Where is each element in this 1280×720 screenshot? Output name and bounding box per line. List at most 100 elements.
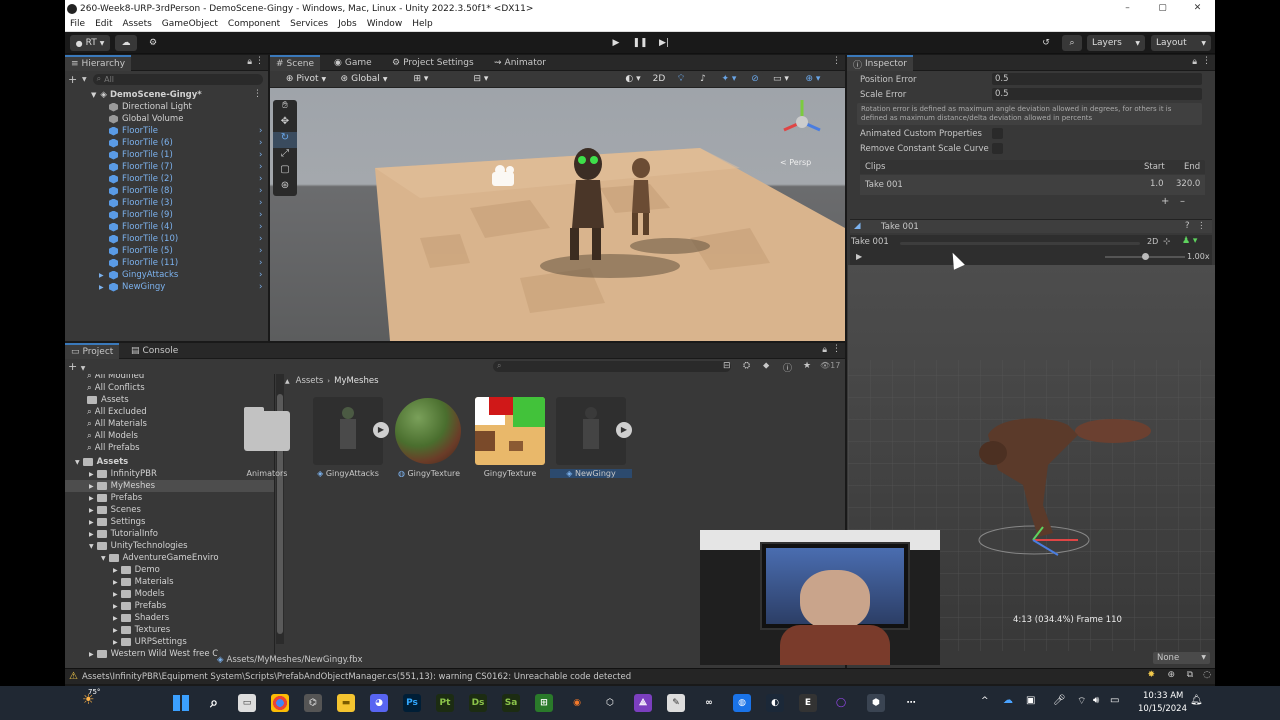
gizmos-dropdown[interactable]: ⊕ ▾ <box>798 72 828 86</box>
scene-root[interactable]: ▼ ◈ DemoScene-Gingy* <box>91 89 202 101</box>
status-warning-text[interactable]: Assets\InfinityPBR\Equipment System\Scri… <box>82 672 631 682</box>
search-button[interactable]: ⌕ <box>1062 35 1082 51</box>
sampler-icon[interactable]: Sa <box>502 694 520 712</box>
tab-project-settings[interactable]: ⚙ Project Settings <box>386 55 480 71</box>
hierarchy-item[interactable]: FloorTile (4) › <box>109 221 262 233</box>
menu-help[interactable]: Help <box>407 19 438 29</box>
prefab-open-icon[interactable]: › <box>259 282 262 292</box>
expand-arrow-icon[interactable]: ▶ <box>113 579 118 586</box>
avatar-icon[interactable]: ♟ ▾ <box>1182 236 1197 246</box>
toggle-2d-button[interactable]: 2D <box>650 72 668 86</box>
asset-gingytexture-material[interactable]: ◍ GingyTexture <box>394 397 464 478</box>
tree-folder[interactable]: ▶ Demo <box>113 564 274 576</box>
asset-gingytexture-image[interactable]: GingyTexture <box>475 397 545 478</box>
prefab-open-icon[interactable]: › <box>259 174 262 184</box>
tool-icon[interactable]: ✎ <box>667 694 685 712</box>
expand-arrow-icon[interactable]: ▼ <box>89 543 94 550</box>
expand-arrow-icon[interactable]: ▶ <box>113 627 118 634</box>
draw-mode-button[interactable]: ◐ ▾ <box>620 72 646 86</box>
menu-edit[interactable]: Edit <box>90 19 117 29</box>
lighting-status-icon[interactable]: ✸ <box>1147 670 1155 680</box>
layout-dropdown[interactable]: Layout ▼ <box>1151 35 1211 51</box>
scale-tool-icon[interactable]: ⤢ <box>273 148 297 164</box>
painter-icon[interactable]: Pt <box>436 694 454 712</box>
menu-file[interactable]: File <box>65 19 90 29</box>
scene-viewport[interactable]: ✋︎ ✥ ↻ ⤢ ▢ ⊛ < Persp <box>270 88 845 341</box>
hierarchy-item[interactable]: Directional Light <box>109 101 192 113</box>
tree-folder[interactable]: ▶ Textures <box>113 624 274 636</box>
remove-clip-button[interactable]: – <box>1180 196 1185 207</box>
scale-error-field[interactable]: 0.5 <box>992 88 1202 100</box>
prefab-open-icon[interactable]: › <box>259 222 262 232</box>
microphone-icon[interactable]: 🎤︎ <box>1053 695 1066 706</box>
pause-button[interactable]: ❚❚ <box>629 35 651 51</box>
hand-tool-icon[interactable]: ✋︎ <box>273 100 297 116</box>
label-icon[interactable]: ⬥ <box>763 361 769 371</box>
filter-type-icon[interactable]: ⛭ <box>743 361 750 371</box>
expand-arrow-icon[interactable]: ▶ <box>89 471 94 478</box>
asset-gingyattacks[interactable]: ▶ ◈ GingyAttacks <box>313 397 389 478</box>
expand-arrow-icon[interactable]: ▼ <box>75 459 80 466</box>
help-icon[interactable]: ? <box>1185 221 1190 231</box>
menu-component[interactable]: Component <box>223 19 285 29</box>
prefab-open-icon[interactable]: › <box>259 162 262 172</box>
file-explorer-icon[interactable]: ▬ <box>337 694 355 712</box>
close-button[interactable]: ✕ <box>1180 0 1215 17</box>
prefab-open-icon[interactable]: › <box>259 210 262 220</box>
tab-project[interactable]: ▭ Project <box>65 343 120 359</box>
kebab-menu-icon[interactable]: ⋮ <box>253 89 262 99</box>
taskview-icon[interactable]: ▭ <box>238 694 256 712</box>
hierarchy-search-input[interactable]: ⌕ All <box>92 73 263 85</box>
breadcrumb-mymeshes[interactable]: MyMeshes <box>334 376 378 386</box>
more-apps-icon[interactable]: ⋯ <box>902 694 920 712</box>
audio-toggle[interactable]: ♪ <box>694 72 712 86</box>
effects-dropdown[interactable]: ✦ ▾ <box>716 72 742 86</box>
clip-row[interactable]: Take 001 1.0 320.0 <box>860 175 1205 195</box>
camera-dropdown[interactable]: ▭ ▾ <box>768 72 794 86</box>
onedrive-icon[interactable]: ☁ <box>1003 695 1013 706</box>
favorite-filter[interactable]: ⌕ All Conflicts <box>87 382 274 394</box>
collab-button[interactable]: ⚙ <box>143 35 163 51</box>
epic-games-icon[interactable]: E <box>799 694 817 712</box>
position-error-field[interactable]: 0.5 <box>992 73 1202 85</box>
expand-arrow-icon[interactable]: ▶ <box>113 615 118 622</box>
move-tool-icon[interactable]: ✥ <box>273 116 297 132</box>
prefab-open-icon[interactable]: › <box>259 258 262 268</box>
tray-app-icon[interactable]: ▣ <box>1026 695 1035 706</box>
chrome-icon[interactable] <box>271 694 289 712</box>
project-search-input[interactable]: ⌕ <box>493 361 731 372</box>
expand-arrow-icon[interactable]: ▶ <box>89 495 94 502</box>
add-icon[interactable]: + <box>68 73 82 86</box>
history-button[interactable]: ↺ <box>1036 35 1056 51</box>
search-scope-icon[interactable]: ⊟ <box>723 361 731 371</box>
increment-snap-button[interactable]: ⊟ ▾ <box>468 72 494 86</box>
hierarchy-item[interactable]: FloorTile (1) › <box>109 149 262 161</box>
global-dropdown[interactable]: ⊛ Global ▼ <box>336 72 392 86</box>
expand-arrow-icon[interactable]: ▶ <box>89 483 94 490</box>
grid-app-icon[interactable]: ⊞ <box>535 694 553 712</box>
tree-folder[interactable]: ▶ Shaders <box>113 612 274 624</box>
progress-icon[interactable]: ◌ <box>1203 670 1211 680</box>
breadcrumb-assets[interactable]: Assets <box>296 376 324 386</box>
tab-console[interactable]: ▤ Console <box>125 343 184 359</box>
hierarchy-item[interactable]: ▶ GingyAttacks › <box>99 269 262 281</box>
hierarchy-item[interactable]: FloorTile (2) › <box>109 173 262 185</box>
tab-game[interactable]: ◉ Game <box>328 55 378 71</box>
tree-folder[interactable]: ▶ MyMeshes <box>65 480 274 492</box>
prefab-open-icon[interactable]: › <box>259 234 262 244</box>
tree-folder[interactable]: ▶ Scenes <box>89 504 274 516</box>
add-icon[interactable]: + ▼ <box>68 360 85 373</box>
kebab-menu-icon[interactable]: ⋮ <box>255 56 264 66</box>
tab-inspector[interactable]: ⓘ Inspector <box>847 55 913 71</box>
expand-arrow-icon[interactable]: ▶ <box>89 519 94 526</box>
asset-newgingy[interactable]: ▶ ◈ NewGingy <box>550 397 632 478</box>
tree-folder[interactable]: ▶ URPSettings <box>113 636 274 648</box>
expand-arrow-icon[interactable]: ▶ <box>89 507 94 514</box>
expand-asset-icon[interactable]: ▶ <box>373 422 389 438</box>
expand-arrow-icon[interactable]: ▶ <box>89 651 94 658</box>
meta-icon[interactable]: ∞ <box>700 694 718 712</box>
prefab-open-icon[interactable]: › <box>259 138 262 148</box>
hierarchy-item[interactable]: FloorTile (8) › <box>109 185 262 197</box>
hierarchy-item[interactable]: FloorTile (3) › <box>109 197 262 209</box>
clock-date[interactable]: 10/15/2024 <box>1138 704 1187 714</box>
